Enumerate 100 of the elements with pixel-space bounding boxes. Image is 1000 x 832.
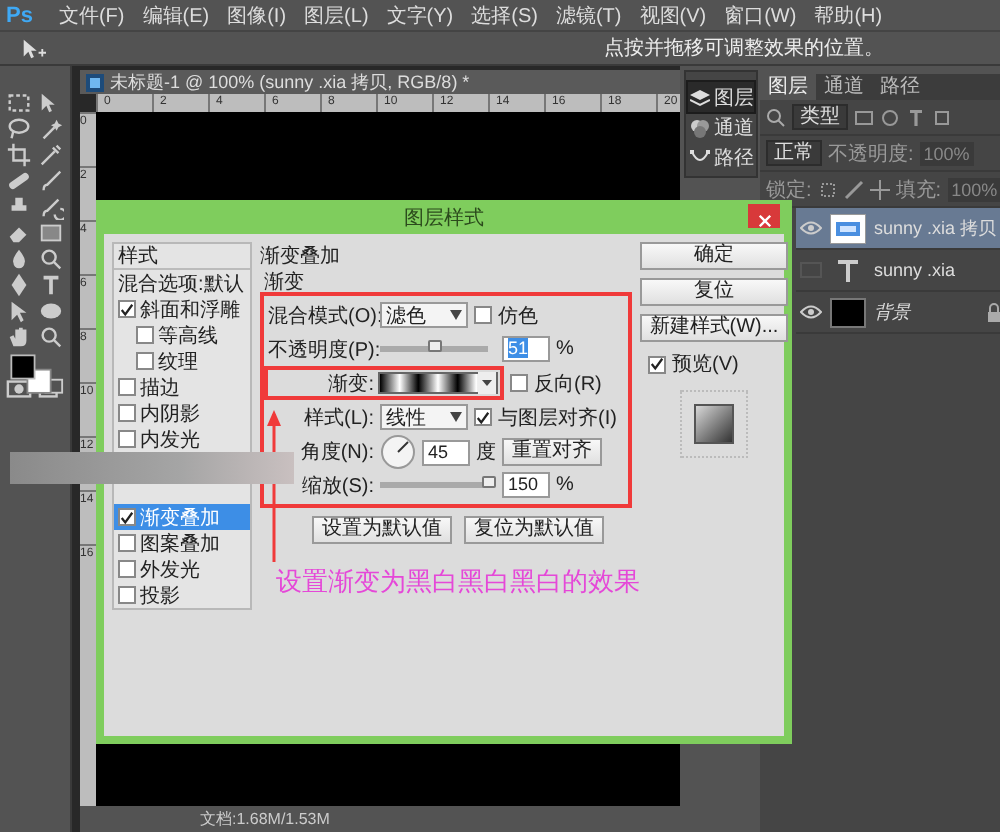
- menu-item[interactable]: 选择(S): [471, 1, 538, 29]
- list-item[interactable]: 等高线: [114, 322, 250, 348]
- blend-mode-dropdown[interactable]: 滤色: [380, 302, 468, 328]
- number-field[interactable]: 45: [422, 439, 470, 465]
- number-field[interactable]: 150: [502, 472, 550, 498]
- channels-icon: [690, 117, 710, 137]
- eye-icon[interactable]: [800, 304, 822, 320]
- field-label: 角度(N):: [298, 439, 376, 466]
- circle-filter-icon[interactable]: [880, 107, 900, 127]
- color-swatches-icon[interactable]: [6, 350, 56, 400]
- reset-align-button[interactable]: 重置对齐: [502, 438, 602, 466]
- menu-item[interactable]: 文字(Y): [386, 1, 454, 29]
- gradient-picker[interactable]: [378, 372, 498, 394]
- move-lock-icon[interactable]: [869, 179, 890, 199]
- menu-item[interactable]: 窗口(W): [724, 1, 797, 29]
- pen-tool-icon[interactable]: [6, 272, 32, 298]
- type-filter-icon[interactable]: [906, 107, 926, 127]
- quick-mask-icon[interactable]: [6, 376, 32, 402]
- slider-thumb[interactable]: [428, 340, 442, 352]
- eye-icon[interactable]: [800, 220, 822, 236]
- checkbox[interactable]: [136, 326, 154, 344]
- zoom-tool-icon[interactable]: [38, 324, 64, 350]
- document-tab[interactable]: 未标题-1 @ 100% (sunny .xia 拷贝, RGB/8) *: [80, 70, 680, 94]
- blend-mode-dropdown[interactable]: 正常: [766, 140, 822, 166]
- checkbox[interactable]: [510, 374, 528, 392]
- lock-pixels-icon[interactable]: [817, 179, 838, 199]
- list-item[interactable]: 投影: [114, 582, 250, 608]
- menu-item[interactable]: 帮助(H): [814, 1, 883, 29]
- panel-tab[interactable]: 通道: [688, 112, 754, 142]
- checkbox[interactable]: [136, 352, 154, 370]
- checkbox[interactable]: [118, 534, 136, 552]
- brush-icon[interactable]: [38, 168, 64, 194]
- document-size: 文档:1.68M/1.53M: [200, 808, 330, 830]
- list-item[interactable]: 外发光: [114, 556, 250, 582]
- history-brush-icon[interactable]: [38, 194, 64, 220]
- eyedropper-icon[interactable]: [38, 142, 64, 168]
- list-item[interactable]: 斜面和浮雕: [114, 296, 250, 322]
- list-item[interactable]: 图案叠加: [114, 530, 250, 556]
- list-item[interactable]: 内发光: [114, 426, 250, 452]
- marquee-tool-icon[interactable]: [6, 90, 32, 116]
- checkbox[interactable]: [118, 430, 136, 448]
- checkbox[interactable]: [474, 306, 492, 324]
- magnifier-icon[interactable]: [38, 246, 64, 272]
- layer-row[interactable]: 背景: [796, 292, 1000, 334]
- lasso-tool-icon[interactable]: [6, 116, 32, 142]
- dialog-button[interactable]: 新建样式(W)...: [640, 314, 788, 342]
- close-button[interactable]: [748, 204, 780, 228]
- angle-dial[interactable]: [380, 434, 416, 470]
- move-tool-icon[interactable]: [20, 35, 46, 61]
- menu-item[interactable]: 视图(V): [639, 1, 707, 29]
- dialog-button[interactable]: 复位: [640, 278, 788, 306]
- panel-tab[interactable]: 图层: [760, 74, 816, 100]
- field-label: 缩放(S):: [299, 473, 376, 499]
- slider[interactable]: [380, 346, 488, 352]
- opacity-label: 不透明度:: [828, 141, 914, 167]
- hand-tool-icon[interactable]: [6, 324, 32, 350]
- field-label: 混合模式(O):: [268, 303, 380, 329]
- screen-mode-icon[interactable]: [38, 376, 64, 402]
- checkbox-label: 预览(V): [672, 352, 739, 378]
- slider-thumb[interactable]: [482, 476, 496, 488]
- menu-item[interactable]: 图层(L): [304, 1, 369, 29]
- checkbox[interactable]: [118, 404, 136, 422]
- caret-icon: [450, 412, 462, 422]
- filter-dropdown[interactable]: 类型: [792, 104, 848, 130]
- gradient-tool-icon[interactable]: [38, 220, 64, 246]
- panel-tab[interactable]: 图层: [688, 82, 754, 112]
- menu-item[interactable]: 编辑(E): [142, 1, 210, 29]
- selection-arrow-icon[interactable]: [6, 298, 32, 324]
- menu-item[interactable]: 图像(I): [227, 1, 287, 29]
- default-button[interactable]: 设置为默认值: [312, 516, 452, 544]
- panel-tab[interactable]: 路径: [688, 142, 754, 172]
- magic-wand-icon[interactable]: [38, 116, 64, 142]
- checkbox[interactable]: [118, 378, 136, 396]
- fill-label: 填充:: [895, 177, 942, 203]
- crop-tool-icon[interactable]: [6, 142, 32, 168]
- checkbox[interactable]: [118, 586, 136, 604]
- ellipse-tool-icon[interactable]: [38, 298, 64, 324]
- shape-filter-icon[interactable]: [932, 107, 952, 127]
- menu-item[interactable]: 文件(F): [58, 1, 125, 29]
- layer-row[interactable]: sunny .xia: [796, 250, 1000, 292]
- panel-tab[interactable]: 通道: [816, 74, 872, 100]
- document-title: 未标题-1 @ 100% (sunny .xia 拷贝, RGB/8) *: [110, 69, 470, 95]
- list-item[interactable]: 纹理: [114, 348, 250, 374]
- list-item[interactable]: 描边: [114, 374, 250, 400]
- dialog-button[interactable]: 确定: [640, 242, 788, 270]
- list-item[interactable]: 内阴影: [114, 400, 250, 426]
- style-dropdown[interactable]: 线性: [380, 404, 468, 430]
- unit-label: 度: [476, 439, 496, 466]
- checkbox[interactable]: [648, 355, 666, 373]
- checkbox[interactable]: [474, 408, 492, 426]
- default-button[interactable]: 复位为默认值: [464, 516, 604, 544]
- image-filter-icon[interactable]: [854, 107, 874, 127]
- checkbox[interactable]: [118, 508, 136, 526]
- list-header: 样式: [114, 244, 250, 270]
- panel-tab[interactable]: 路径: [872, 74, 928, 100]
- menu-item[interactable]: 滤镜(T): [555, 1, 622, 29]
- type-tool-icon[interactable]: [38, 272, 64, 298]
- list-item[interactable]: 混合选项:默认: [114, 270, 250, 296]
- checkbox[interactable]: [118, 560, 136, 578]
- checkbox[interactable]: [118, 300, 136, 318]
